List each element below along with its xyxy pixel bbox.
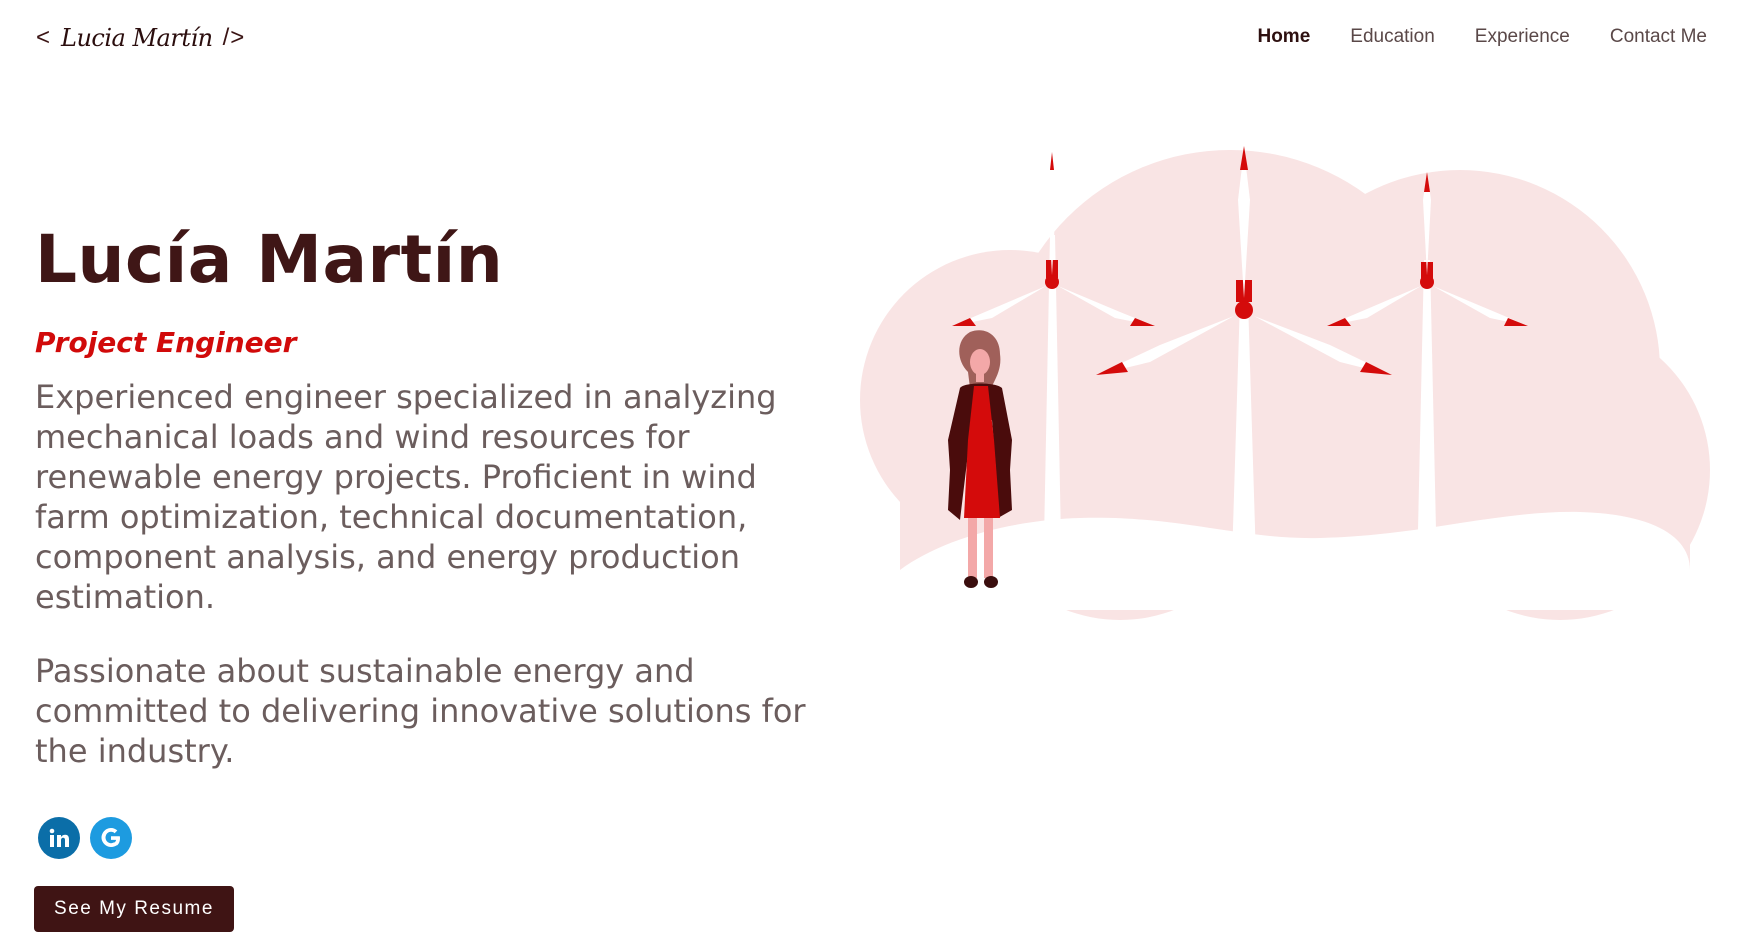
logo-link[interactable]: < Lucia Martín /> (36, 14, 245, 62)
google-link[interactable] (90, 817, 132, 859)
nav-experience[interactable]: Experience (1475, 26, 1570, 48)
hero-role: Project Engineer (35, 326, 297, 359)
portfolio-page: < Lucia Martín /> Home Education Experie… (0, 0, 1759, 941)
logo-open-bracket: < (36, 24, 52, 51)
see-resume-button[interactable]: See My Resume (34, 886, 234, 932)
hero-section: Lucía Martín Project Engineer Experience… (35, 220, 835, 771)
nav-home[interactable]: Home (1257, 26, 1310, 48)
google-icon (101, 828, 120, 847)
wind-turbines-illustration (860, 146, 1710, 620)
linkedin-icon (49, 828, 69, 847)
logo-close-bracket: /> (222, 24, 246, 51)
hero-bio-secondary: Passionate about sustainable energy and … (35, 652, 806, 770)
linkedin-link[interactable] (38, 817, 80, 859)
hero-name: Lucía Martín (35, 221, 504, 298)
logo-signature: Lucia Martín (61, 24, 213, 52)
hero-bio: Experienced engineer specialized in anal… (35, 378, 777, 616)
main-nav: Home Education Experience Contact Me (1257, 26, 1707, 48)
nav-education[interactable]: Education (1350, 26, 1435, 48)
nav-contact-me[interactable]: Contact Me (1610, 26, 1707, 48)
social-links (38, 817, 132, 859)
